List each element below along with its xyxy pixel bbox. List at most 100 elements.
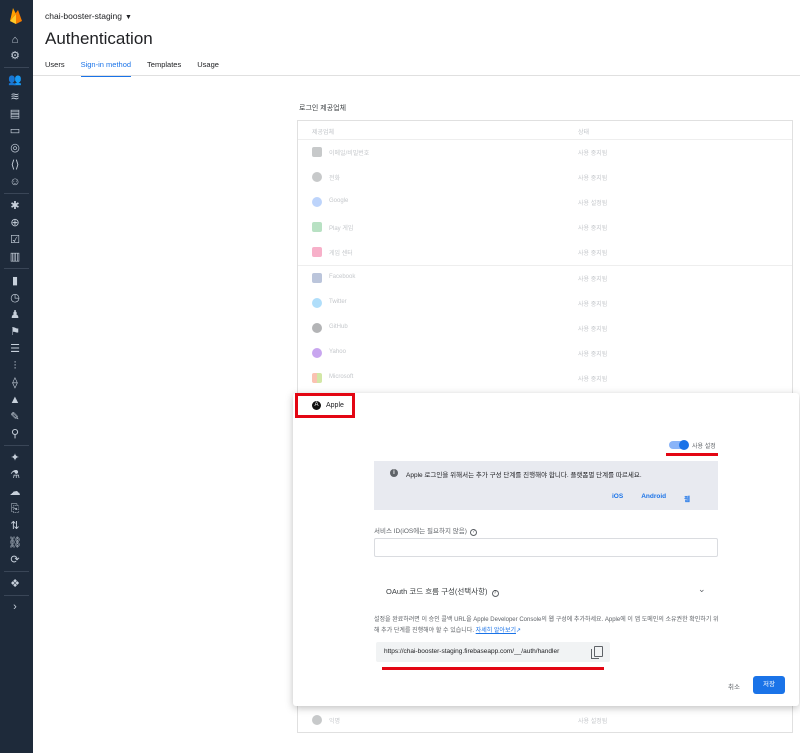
sidebar-divider bbox=[4, 571, 29, 572]
game-center-icon bbox=[312, 247, 322, 257]
provider-row-play-games[interactable]: Play 게임 사용 중지됨 bbox=[298, 215, 792, 240]
home-icon[interactable]: ⌂ bbox=[8, 33, 22, 47]
enable-toggle[interactable] bbox=[669, 440, 689, 450]
extensions-icon[interactable]: ⟳ bbox=[8, 553, 22, 567]
cancel-button[interactable]: 취소 bbox=[728, 681, 740, 691]
platform-link-android[interactable]: Android bbox=[641, 493, 666, 503]
firestore-icon[interactable]: ≋ bbox=[8, 90, 22, 104]
provider-name: GitHub bbox=[329, 324, 348, 330]
database-icon[interactable]: ▤ bbox=[8, 107, 22, 121]
hosting-icon[interactable]: ◎ bbox=[8, 141, 22, 155]
predictions-icon[interactable]: ✦ bbox=[8, 451, 22, 465]
provider-status: 사용 설정됨 bbox=[578, 201, 608, 207]
apple-provider-name: Apple bbox=[326, 402, 344, 409]
user-properties-icon[interactable]: ⟠ bbox=[8, 376, 22, 390]
callback-url: https://chai-booster-staging.firebaseapp… bbox=[384, 648, 560, 655]
dynamic-links-icon[interactable]: ⚲ bbox=[8, 427, 22, 441]
platform-link-web[interactable]: 웹 bbox=[684, 493, 690, 503]
authentication-icon[interactable]: 👥 bbox=[8, 73, 22, 87]
debug-icon[interactable]: ✎ bbox=[8, 410, 22, 424]
provider-status: 사용 중지됨 bbox=[578, 251, 608, 257]
learn-more-link[interactable]: 자세히 알아보기 bbox=[476, 628, 516, 634]
provider-status: 사용 설정됨 bbox=[578, 719, 608, 725]
provider-row-game-center[interactable]: 게임 센터 사용 중지됨 bbox=[298, 240, 792, 265]
sidebar-divider bbox=[4, 445, 29, 446]
functions-icon[interactable]: ⟨⟩ bbox=[8, 158, 22, 172]
provider-name: 익명 bbox=[329, 719, 341, 725]
service-id-label: 서비스 ID(iOS에는 필요하지 않음)? bbox=[374, 525, 477, 536]
storage-icon[interactable]: ▭ bbox=[8, 124, 22, 138]
provider-status: 사용 중지됨 bbox=[578, 352, 608, 358]
service-id-label-text: 서비스 ID(iOS에는 필요하지 않음) bbox=[374, 528, 467, 535]
provider-name: Yahoo bbox=[329, 349, 346, 355]
provider-status: 사용 중지됨 bbox=[578, 377, 608, 383]
extensions-hub-icon[interactable]: ❖ bbox=[8, 577, 22, 591]
toggle-knob bbox=[679, 440, 689, 450]
test-lab-icon[interactable]: ☑ bbox=[8, 233, 22, 247]
funnels-icon[interactable]: ⫶ bbox=[8, 359, 22, 373]
warning-icon[interactable]: ▲ bbox=[8, 393, 22, 407]
header-divider bbox=[33, 75, 800, 76]
expand-sidebar-icon[interactable]: › bbox=[8, 600, 22, 614]
performance-icon[interactable]: ⊕ bbox=[8, 216, 22, 230]
sidebar-divider bbox=[4, 193, 29, 194]
apple-icon: A bbox=[312, 401, 321, 410]
provider-row-google[interactable]: Google 사용 설정됨 bbox=[298, 190, 792, 215]
provider-row-facebook[interactable]: Facebook 사용 중지됨 bbox=[298, 266, 792, 291]
provider-row-github[interactable]: GitHub 사용 중지됨 bbox=[298, 316, 792, 341]
provider-name: Facebook bbox=[329, 274, 356, 280]
project-selector[interactable]: chai-booster-staging ▼ bbox=[45, 11, 132, 21]
phone-icon bbox=[312, 172, 322, 182]
info-box: i Apple 로그인을 위해서는 추가 구성 단계를 진행해야 합니다. 플랫… bbox=[374, 461, 718, 510]
provider-name: Google bbox=[329, 198, 349, 204]
sidebar-divider bbox=[4, 268, 29, 269]
callback-description: 설정을 완료하려면 이 승인 콜백 URL을 Apple Developer C… bbox=[374, 615, 720, 637]
provider-row-phone[interactable]: 전화 사용 중지됨 bbox=[298, 165, 792, 190]
crashlytics-icon[interactable]: ✱ bbox=[8, 199, 22, 213]
firebase-logo-icon[interactable] bbox=[8, 6, 24, 24]
github-icon bbox=[312, 323, 322, 333]
in-app-messaging-icon[interactable]: ⎘ bbox=[8, 502, 22, 516]
ml-icon[interactable]: ☺ bbox=[8, 175, 22, 189]
service-id-input[interactable] bbox=[374, 538, 718, 557]
audiences-icon[interactable]: ☰ bbox=[8, 342, 22, 356]
provider-row-yahoo[interactable]: Yahoo 사용 중지됨 bbox=[298, 341, 792, 366]
sidebar-divider bbox=[4, 595, 29, 596]
help-icon[interactable]: ? bbox=[469, 529, 477, 536]
platform-link-ios[interactable]: iOS bbox=[612, 493, 623, 503]
conversions-icon[interactable]: ♟ bbox=[8, 308, 22, 322]
cloud-messaging-icon[interactable]: ☁ bbox=[8, 485, 22, 499]
provider-name: 이메일/비밀번호 bbox=[329, 151, 370, 157]
remote-config-icon[interactable]: ⇅ bbox=[8, 519, 22, 533]
ab-testing-icon[interactable]: ⚗ bbox=[8, 468, 22, 482]
provider-status: 사용 중지됨 bbox=[578, 176, 608, 182]
provider-row-anonymous[interactable]: 익명 사용 설정됨 bbox=[298, 708, 792, 733]
app-distribution-icon[interactable]: ▥ bbox=[8, 250, 22, 264]
provider-status: 사용 중지됨 bbox=[578, 302, 608, 308]
copy-icon[interactable] bbox=[591, 646, 603, 659]
provider-row-twitter[interactable]: Twitter 사용 중지됨 bbox=[298, 291, 792, 316]
settings-icon[interactable]: ⚙ bbox=[8, 49, 22, 63]
twitter-icon bbox=[312, 298, 322, 308]
flag-icon[interactable]: ⚑ bbox=[8, 325, 22, 339]
callback-url-box: https://chai-booster-staging.firebaseapp… bbox=[376, 642, 610, 662]
link-icon[interactable]: ⛓ bbox=[8, 536, 22, 550]
project-name: chai-booster-staging bbox=[45, 11, 123, 21]
column-header-provider: 제공업체 bbox=[312, 130, 335, 136]
oauth-section-toggle[interactable]: OAuth 코드 흐름 구성(선택사항)? bbox=[386, 586, 499, 597]
provider-name: Twitter bbox=[329, 299, 347, 305]
provider-name: 전화 bbox=[329, 176, 341, 182]
analytics-icon[interactable]: ▮ bbox=[8, 274, 22, 288]
provider-row-email[interactable]: 이메일/비밀번호 사용 중지됨 bbox=[298, 140, 792, 165]
chevron-down-icon[interactable]: ⌄ bbox=[698, 584, 706, 595]
events-icon[interactable]: ◷ bbox=[8, 291, 22, 305]
column-header-status: 상태 bbox=[578, 130, 590, 136]
highlight-underline bbox=[382, 667, 604, 670]
chevron-down-icon: ▼ bbox=[125, 14, 132, 21]
provider-name: 게임 센터 bbox=[329, 251, 353, 257]
provider-row-microsoft[interactable]: Microsoft 사용 중지됨 bbox=[298, 366, 792, 391]
apple-provider-header[interactable]: A Apple bbox=[295, 393, 355, 418]
provider-name: Play 게임 bbox=[329, 226, 354, 232]
save-button[interactable]: 저장 bbox=[753, 676, 785, 694]
help-icon[interactable]: ? bbox=[491, 590, 499, 597]
